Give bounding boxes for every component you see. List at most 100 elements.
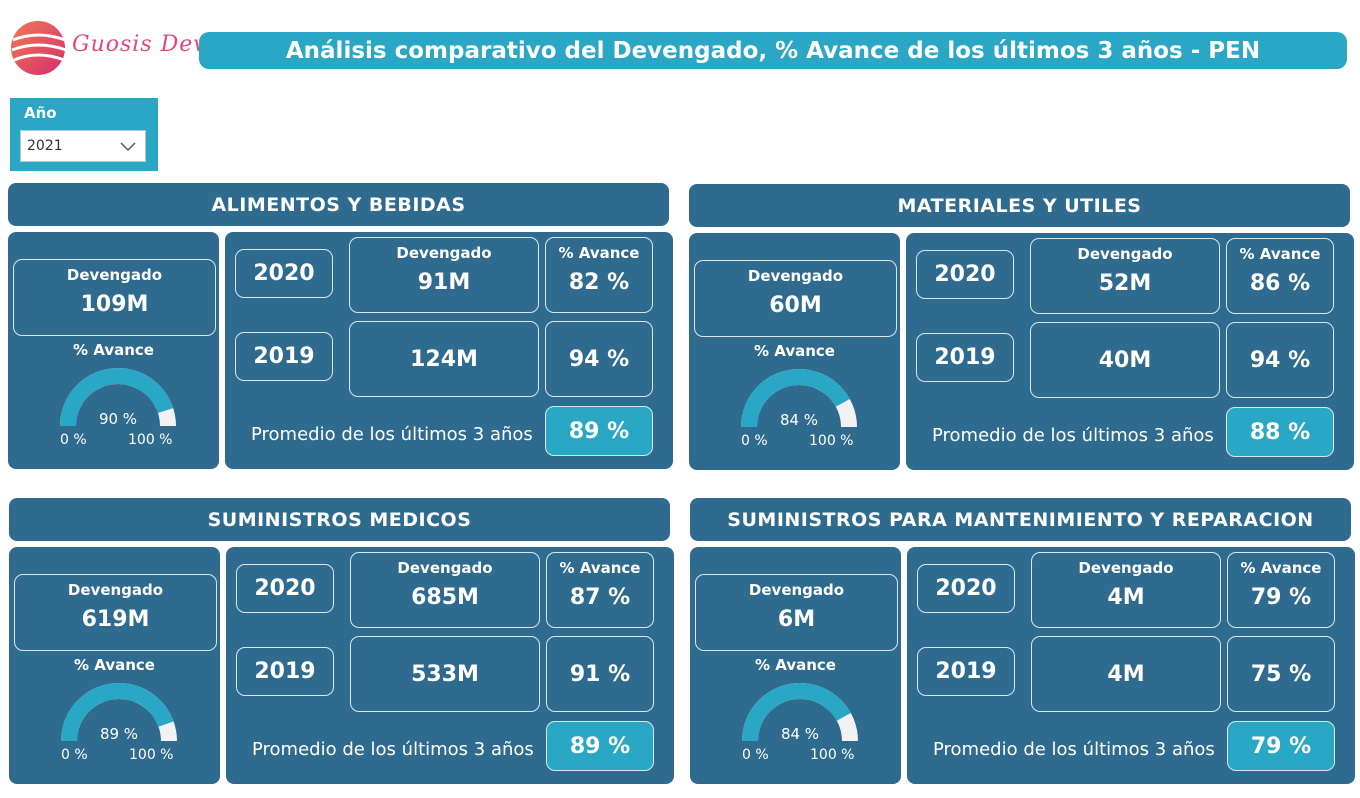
history-card: 2020 2019 Devengado 52M % Avance 86 % 40…	[906, 233, 1354, 470]
avance-value: 87 %	[569, 585, 631, 610]
avance-history-card: 94 %	[545, 321, 653, 397]
year-label: 2020	[236, 564, 334, 613]
panel-title: ALIMENTOS Y BEBIDAS	[8, 183, 669, 226]
avance-history-card: 91 %	[546, 636, 654, 712]
chevron-down-icon	[120, 142, 136, 152]
avance-label: % Avance	[1240, 559, 1322, 577]
gauge-value: 90 %	[99, 410, 137, 428]
globe-logo-icon	[11, 21, 67, 75]
devengado-value: 4M	[1107, 662, 1145, 687]
year-label: 2019	[916, 333, 1014, 382]
panel-title: SUMINISTROS PARA MANTENIMIENTO Y REPARAC…	[690, 498, 1351, 541]
history-card: 2020 2019 Devengado 4M % Avance 79 % 4M …	[907, 547, 1355, 784]
promedio-label: Promedio de los últimos 3 años	[251, 424, 533, 445]
history-card: 2020 2019 Devengado 685M % Avance 87 % 5…	[226, 547, 674, 784]
current-year-card: Devengado 6M % Avance 84 % 0 % 100 %	[690, 547, 901, 784]
promedio-value: 79 %	[1227, 721, 1335, 771]
avance-label: % Avance	[73, 341, 154, 359]
avance-value: 94 %	[1249, 348, 1311, 373]
devengado-label: Devengado	[1077, 245, 1173, 263]
avance-label: % Avance	[558, 244, 640, 262]
brand-name: Guosis Dev	[72, 32, 207, 57]
category-panel: SUMINISTROS PARA MANTENIMIENTO Y REPARAC…	[690, 498, 1355, 788]
promedio-value: 89 %	[546, 721, 654, 771]
gauge-value: 89 %	[100, 725, 138, 743]
promedio-label: Promedio de los últimos 3 años	[933, 739, 1215, 760]
year-label: 2019	[236, 647, 334, 696]
avance-value: 79 %	[1250, 585, 1312, 610]
devengado-card: Devengado 6M	[695, 574, 898, 651]
devengado-label: Devengado	[397, 559, 493, 577]
year-label: 2019	[235, 332, 333, 381]
devengado-label: Devengado	[1078, 559, 1174, 577]
avance-value: 86 %	[1249, 271, 1311, 296]
avance-gauge: 84 %	[741, 368, 857, 429]
promedio-label: Promedio de los últimos 3 años	[252, 739, 534, 760]
devengado-history-card: Devengado 4M	[1031, 552, 1221, 628]
gauge-value: 84 %	[780, 411, 818, 429]
promedio-value: 88 %	[1226, 407, 1334, 457]
devengado-value: 124M	[410, 347, 478, 372]
gauge-max-label: 100 %	[128, 432, 173, 448]
devengado-history-card: Devengado 685M	[350, 552, 540, 628]
avance-history-card: 75 %	[1227, 636, 1335, 712]
year-slicer: Año 2021	[10, 98, 158, 171]
avance-label: % Avance	[1239, 245, 1321, 263]
avance-history-card: % Avance 79 %	[1227, 552, 1335, 628]
gauge-value: 84 %	[781, 725, 819, 743]
devengado-value: 91M	[417, 270, 471, 295]
avance-label: % Avance	[559, 559, 641, 577]
current-year-card: Devengado 109M % Avance 90 % 0 % 100 %	[8, 232, 219, 469]
gauge-max-label: 100 %	[809, 433, 854, 449]
devengado-label: Devengado	[748, 581, 845, 599]
current-year-card: Devengado 60M % Avance 84 % 0 % 100 %	[689, 233, 900, 470]
devengado-label: Devengado	[747, 267, 844, 285]
devengado-value: 4M	[1107, 585, 1145, 610]
category-panel: SUMINISTROS MEDICOS Devengado 619M % Ava…	[9, 498, 674, 788]
gauge-min-label: 0 %	[742, 747, 769, 763]
devengado-history-card: 4M	[1031, 636, 1221, 712]
devengado-value: 533M	[411, 662, 479, 687]
avance-history-card: 94 %	[1226, 322, 1334, 398]
devengado-value: 619M	[81, 607, 150, 632]
avance-value: 94 %	[568, 347, 630, 372]
gauge-max-label: 100 %	[129, 747, 174, 763]
gauge-min-label: 0 %	[60, 432, 87, 448]
year-label: 2020	[917, 564, 1015, 613]
devengado-card: Devengado 109M	[13, 259, 216, 336]
year-dropdown[interactable]: 2021	[20, 130, 146, 162]
avance-value: 82 %	[568, 270, 630, 295]
devengado-value: 685M	[411, 585, 479, 610]
year-label: 2019	[917, 647, 1015, 696]
devengado-label: Devengado	[396, 244, 492, 262]
avance-label: % Avance	[755, 656, 836, 674]
devengado-value: 109M	[80, 292, 149, 317]
devengado-history-card: 124M	[349, 321, 539, 397]
avance-label: % Avance	[754, 342, 835, 360]
avance-gauge: 89 %	[61, 682, 177, 743]
page-title: Análisis comparativo del Devengado, % Av…	[199, 32, 1347, 69]
year-slicer-label: Año	[24, 104, 57, 122]
gauge-max-label: 100 %	[810, 747, 855, 763]
gauge-min-label: 0 %	[61, 747, 88, 763]
devengado-history-card: Devengado 91M	[349, 237, 539, 313]
avance-value: 75 %	[1250, 662, 1312, 687]
avance-gauge: 84 %	[742, 682, 858, 743]
panel-title: SUMINISTROS MEDICOS	[9, 498, 670, 541]
current-year-card: Devengado 619M % Avance 89 % 0 % 100 %	[9, 547, 220, 784]
devengado-card: Devengado 60M	[694, 260, 897, 337]
panel-title: MATERIALES Y UTILES	[689, 184, 1350, 227]
year-dropdown-value: 2021	[27, 138, 63, 154]
devengado-value: 40M	[1098, 348, 1152, 373]
devengado-history-card: Devengado 52M	[1030, 238, 1220, 314]
year-label: 2020	[916, 250, 1014, 299]
devengado-value: 52M	[1098, 271, 1152, 296]
promedio-value: 89 %	[545, 406, 653, 456]
devengado-card: Devengado 619M	[14, 574, 217, 651]
devengado-history-card: 40M	[1030, 322, 1220, 398]
devengado-label: Devengado	[66, 266, 163, 284]
gauge-min-label: 0 %	[741, 433, 768, 449]
category-panel: ALIMENTOS Y BEBIDAS Devengado 109M % Ava…	[8, 183, 673, 473]
devengado-label: Devengado	[67, 581, 164, 599]
avance-history-card: % Avance 87 %	[546, 552, 654, 628]
